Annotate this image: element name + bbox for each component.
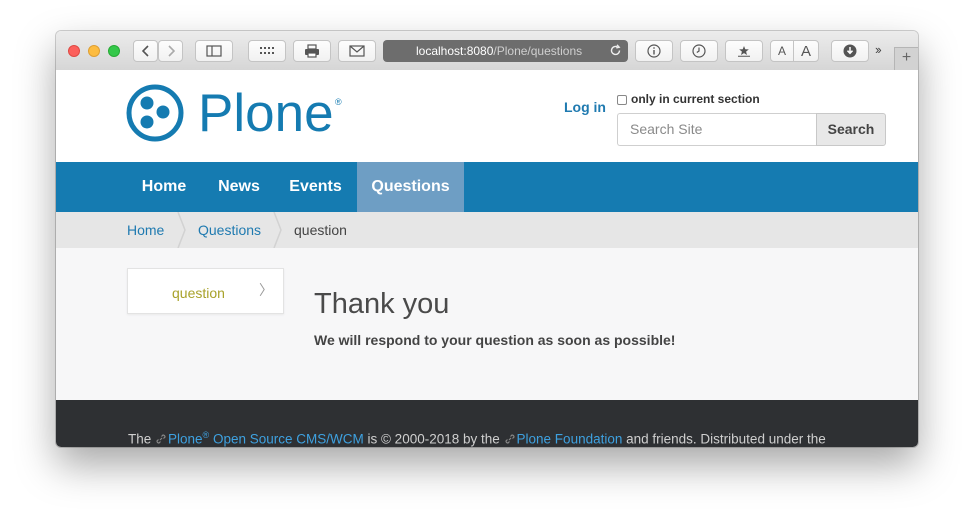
web-page: Plone ® Log in only in current section S… <box>56 70 918 447</box>
link-chain-icon <box>504 433 515 444</box>
only-current-section-option[interactable]: only in current section <box>617 92 760 106</box>
url-host: localhost:8080 <box>416 44 494 58</box>
nav-item-news[interactable]: News <box>203 162 275 212</box>
login-link[interactable]: Log in <box>564 99 606 115</box>
site-footer: The Plone® Open Source CMS/WCM is © 2000… <box>56 400 918 447</box>
main-navigation: Home News Events Questions <box>56 162 918 212</box>
plone-link[interactable]: Plone <box>168 432 203 447</box>
printer-icon <box>305 44 319 58</box>
large-a-icon: A <box>800 42 811 60</box>
info-button[interactable] <box>635 40 673 62</box>
grid-icon <box>260 47 274 54</box>
chevron-right-icon <box>167 45 175 57</box>
breadcrumb-separator-icon <box>177 212 186 248</box>
plone-logo[interactable]: Plone ® <box>126 84 346 149</box>
portlet-item-label: question <box>172 285 225 301</box>
close-window-button[interactable] <box>68 45 80 57</box>
search-button[interactable]: Search <box>816 113 886 146</box>
chevron-left-icon <box>141 45 149 57</box>
zoom-window-button[interactable] <box>108 45 120 57</box>
footer-credits: The Plone® Open Source CMS/WCM is © 2000… <box>128 430 826 447</box>
breadcrumb-separator-icon <box>273 212 282 248</box>
mail-button[interactable] <box>338 40 376 62</box>
plone-foundation-link[interactable]: Plone Foundation <box>517 432 623 447</box>
address-bar[interactable]: localhost:8080/Plone/questions <box>383 40 628 62</box>
small-a-icon: A <box>777 44 786 58</box>
sidebar-icon <box>206 45 222 57</box>
clock-icon <box>692 44 706 58</box>
nav-item-questions[interactable]: Questions <box>357 162 464 212</box>
overflow-chevrons-icon[interactable]: ›› <box>875 42 882 57</box>
browser-toolbar: localhost:8080/Plone/questions A A ›› + <box>56 31 918 71</box>
new-tab-button[interactable]: + <box>894 47 918 70</box>
forward-button[interactable] <box>158 40 183 62</box>
print-button[interactable] <box>293 40 331 62</box>
cms-link[interactable]: Open Source CMS/WCM <box>209 432 364 447</box>
search-input[interactable]: Search Site <box>617 113 817 146</box>
url-path: /Plone/questions <box>493 44 583 58</box>
reload-icon[interactable] <box>609 44 622 57</box>
chevron-right-icon: 〉 <box>259 282 273 298</box>
registered-mark: ® <box>335 97 342 107</box>
text-larger-button[interactable]: A <box>793 40 819 62</box>
site-header: Plone ® Log in only in current section S… <box>56 70 918 162</box>
minimize-window-button[interactable] <box>88 45 100 57</box>
download-icon <box>843 44 857 58</box>
breadcrumb-questions[interactable]: Questions <box>198 212 261 248</box>
plone-logo-text: Plone <box>198 84 334 143</box>
plone-logo-mark-icon <box>126 84 184 142</box>
star-bookmark-icon <box>738 46 750 57</box>
breadcrumb-home[interactable]: Home <box>127 212 164 248</box>
top-sites-button[interactable] <box>248 40 286 62</box>
envelope-icon <box>349 45 365 57</box>
sidebar-toggle-button[interactable] <box>195 40 233 62</box>
footer-middle: is © 2000-2018 by the <box>363 431 504 447</box>
navigation-portlet-item[interactable]: question 〉 <box>127 268 284 314</box>
only-current-section-label: only in current section <box>631 92 760 106</box>
link-chain-icon <box>156 433 166 444</box>
breadcrumb-current: question <box>294 222 347 238</box>
footer-suffix: and friends. Distributed under the <box>622 431 826 447</box>
page-title: Thank you <box>314 288 450 320</box>
browser-window: localhost:8080/Plone/questions A A ›› + <box>56 31 918 447</box>
history-button[interactable] <box>680 40 718 62</box>
bookmarks-button[interactable] <box>725 40 763 62</box>
footer-prefix: The <box>128 431 156 447</box>
only-current-section-checkbox[interactable] <box>617 95 627 105</box>
page-description: We will respond to your question as soon… <box>314 332 676 348</box>
nav-item-home[interactable]: Home <box>128 162 200 212</box>
back-button[interactable] <box>133 40 158 62</box>
downloads-button[interactable] <box>831 40 869 62</box>
text-smaller-button[interactable]: A <box>770 40 794 62</box>
nav-item-events[interactable]: Events <box>278 162 353 212</box>
breadcrumb: Home Questions question <box>56 212 918 248</box>
info-icon <box>647 44 661 58</box>
